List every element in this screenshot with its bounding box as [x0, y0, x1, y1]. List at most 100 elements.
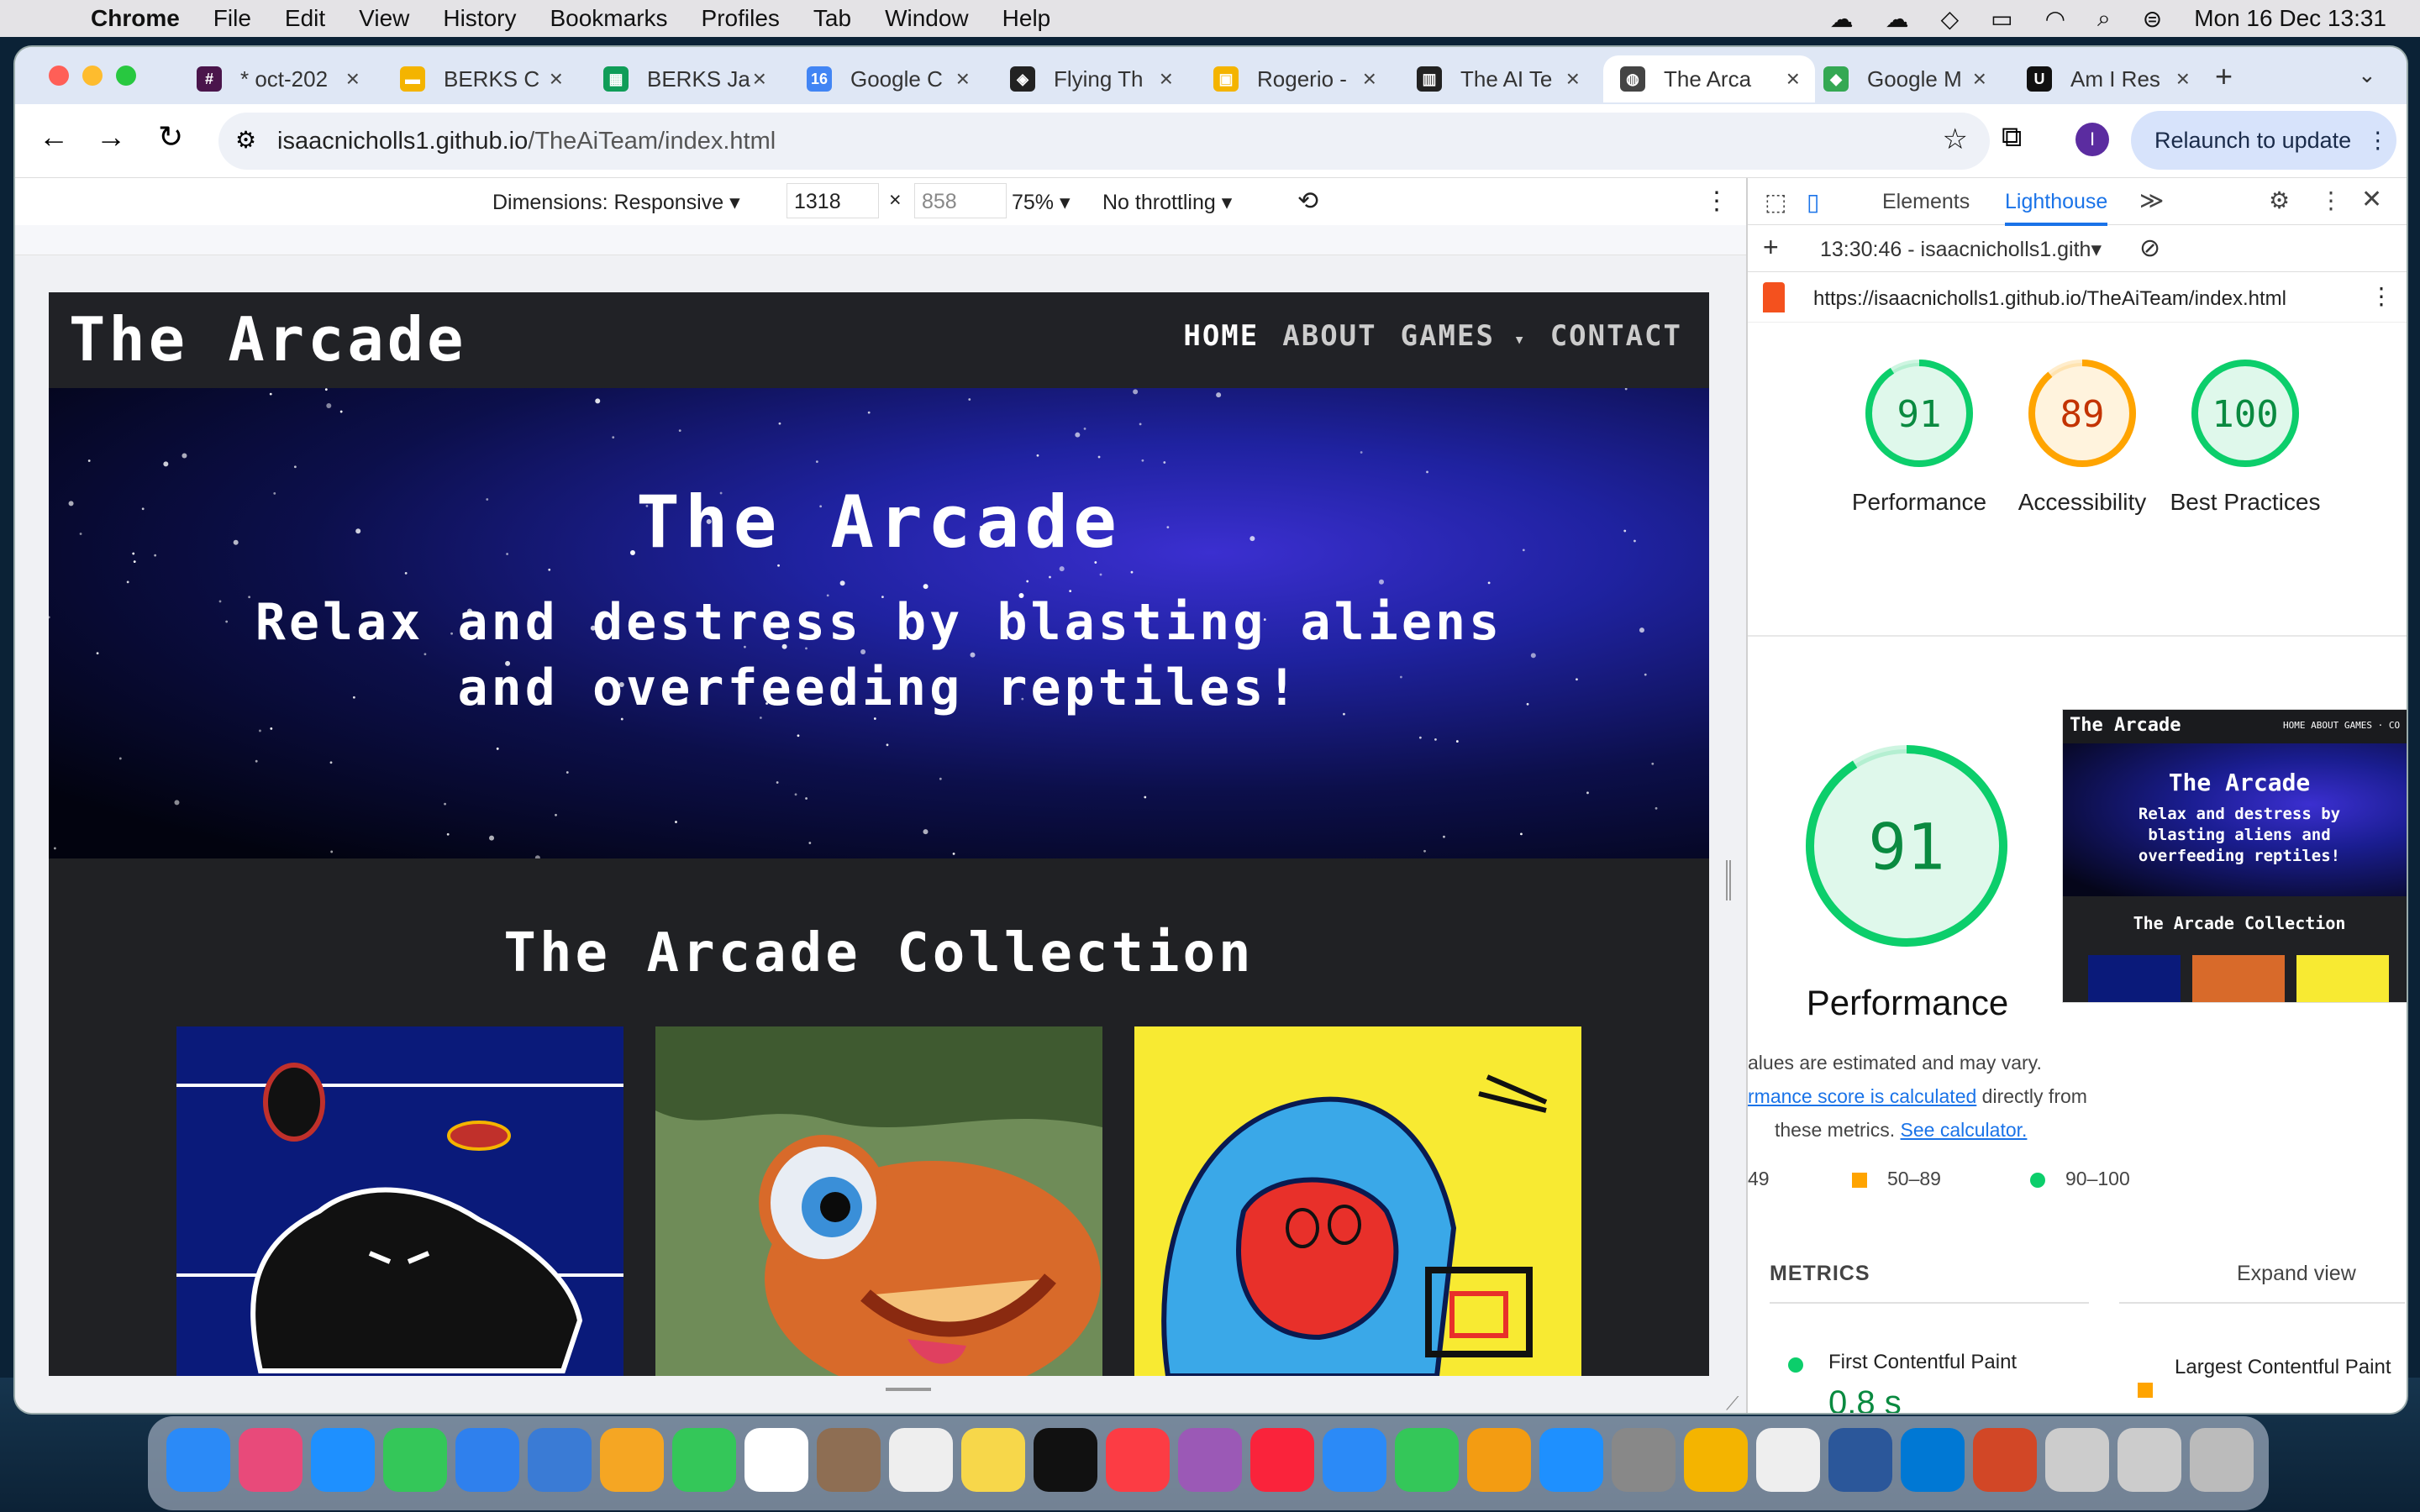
dock-app-icon[interactable] [1323, 1428, 1386, 1492]
dock-app-icon[interactable] [817, 1428, 881, 1492]
dock-app-icon[interactable] [383, 1428, 447, 1492]
report-select[interactable]: 13:30:46 - isaacnicholls1.gith▾ [1820, 237, 2102, 262]
menu-profiles[interactable]: Profiles [702, 5, 780, 32]
browser-tab[interactable]: 16 Google C × [790, 55, 985, 102]
dock-app-icon[interactable] [1612, 1428, 1676, 1492]
chevron-down-icon[interactable]: ⌄ [2358, 62, 2376, 88]
tab-elements[interactable]: Elements [1882, 190, 1970, 214]
dropbox-icon[interactable]: ◇ [1941, 5, 1960, 33]
close-tab-icon[interactable]: × [1973, 66, 1986, 92]
browser-tab[interactable]: ▥ The AI Te × [1400, 55, 1595, 102]
browser-tab[interactable]: # * oct-202 × [180, 55, 375, 102]
resize-handle-bottom[interactable] [886, 1388, 931, 1391]
nav-games[interactable]: GAMES ▾ [1401, 319, 1527, 353]
dock-app-icon[interactable] [1034, 1428, 1097, 1492]
url-text[interactable]: isaacnicholls1.github.io/TheAiTeam/index… [277, 128, 776, 155]
dock-app-icon[interactable] [1395, 1428, 1459, 1492]
dock-app-icon[interactable] [961, 1428, 1025, 1492]
devtools-menu-icon[interactable]: ⋮ [2319, 186, 2343, 214]
address-bar[interactable]: ⚙ isaacnicholls1.github.io/TheAiTeam/ind… [218, 113, 1990, 170]
relaunch-button[interactable]: Relaunch to update ⋮ [2131, 111, 2396, 170]
menu-tab[interactable]: Tab [813, 5, 851, 32]
close-tab-icon[interactable]: × [1566, 66, 1580, 92]
final-screenshot-thumbnail[interactable]: The Arcade HOME ABOUT GAMES · CO The Arc… [2062, 709, 2407, 1003]
browser-tab[interactable]: ▦ BERKS Ja × [587, 55, 781, 102]
game-card-reptile[interactable] [655, 1026, 1102, 1376]
close-tab-icon[interactable]: × [346, 66, 360, 92]
dock-app-icon[interactable] [166, 1428, 230, 1492]
nav-home[interactable]: HOME [1183, 319, 1259, 353]
inspect-icon[interactable]: ⬚ [1765, 188, 1786, 216]
browser-tab[interactable]: ◍ The Arca × [1603, 55, 1815, 102]
close-tab-icon[interactable]: × [753, 66, 766, 92]
dock-app-icon[interactable] [1467, 1428, 1531, 1492]
score-gauge[interactable]: 89 [2025, 356, 2139, 470]
menu-edit[interactable]: Edit [285, 5, 325, 32]
browser-tab[interactable]: U Am I Res × [2010, 55, 2205, 102]
wifi-icon[interactable]: ◠ [2045, 5, 2065, 33]
game-card-alien[interactable] [176, 1026, 623, 1376]
dock-app-icon[interactable] [1250, 1428, 1314, 1492]
new-report-icon[interactable]: + [1763, 232, 1779, 263]
expand-view-button[interactable]: Expand view [2237, 1262, 2356, 1286]
game-card-pacman[interactable] [1134, 1026, 1581, 1376]
zoom-select[interactable]: 75% ▾ [1012, 190, 1071, 215]
close-window-button[interactable] [49, 66, 69, 86]
dock-app-icon[interactable] [1684, 1428, 1748, 1492]
dock-app-icon[interactable] [1901, 1428, 1965, 1492]
dock-app-icon[interactable] [239, 1428, 302, 1492]
device-mode-icon[interactable]: ▯ [1807, 188, 1819, 216]
clock[interactable]: Mon 16 Dec 13:31 [2194, 5, 2386, 32]
reload-icon[interactable]: ↻ [158, 119, 183, 155]
clear-icon[interactable]: ⊘ [2139, 234, 2160, 263]
dock-app-icon[interactable] [1828, 1428, 1892, 1492]
close-tab-icon[interactable]: × [1786, 66, 1800, 92]
bookmark-star-icon[interactable]: ☆ [1943, 123, 1968, 156]
zoom-window-button[interactable] [116, 66, 136, 86]
score-gauge[interactable]: 100 [2188, 356, 2302, 470]
close-devtools-icon[interactable]: ✕ [2361, 185, 2382, 214]
resize-handle-corner[interactable]: ⟋ [1726, 1393, 1739, 1413]
cloud-icon[interactable]: ☁ [1830, 5, 1854, 33]
menu-help[interactable]: Help [1002, 5, 1051, 32]
dock-app-icon[interactable] [1756, 1428, 1820, 1492]
score-calculated-link[interactable]: rmance score is calculated [1748, 1085, 1976, 1107]
browser-tab[interactable]: ▣ Rogerio - × [1197, 55, 1392, 102]
browser-tab[interactable]: ◆ Google M × [1807, 55, 2002, 102]
close-tab-icon[interactable]: × [1363, 66, 1376, 92]
menu-file[interactable]: File [213, 5, 251, 32]
dock-app-icon[interactable] [455, 1428, 519, 1492]
menu-history[interactable]: History [443, 5, 516, 32]
site-info-icon[interactable]: ⚙ [235, 126, 256, 154]
nav-about[interactable]: ABOUT [1282, 319, 1376, 353]
tab-lighthouse[interactable]: Lighthouse [2005, 190, 2108, 226]
height-input[interactable]: 858 [914, 183, 1007, 218]
close-tab-icon[interactable]: × [550, 66, 563, 92]
throttling-select[interactable]: No throttling ▾ [1102, 190, 1232, 215]
minimize-window-button[interactable] [82, 66, 103, 86]
dock-app-icon[interactable] [1178, 1428, 1242, 1492]
dock-app-icon[interactable] [2190, 1428, 2254, 1492]
menu-app[interactable]: Chrome [91, 5, 180, 32]
browser-tab[interactable]: ◈ Flying Th × [993, 55, 1188, 102]
width-input[interactable]: 1318 [786, 183, 879, 218]
dimensions-select[interactable]: Dimensions: Responsive ▾ [492, 190, 740, 215]
dock-app-icon[interactable] [311, 1428, 375, 1492]
menu-view[interactable]: View [359, 5, 409, 32]
score-gauge[interactable]: 91 [1862, 356, 1976, 470]
search-icon[interactable]: ⌕ [2097, 5, 2111, 33]
rotate-icon[interactable]: ⟲ [1297, 186, 1318, 216]
close-tab-icon[interactable]: × [2176, 66, 2190, 92]
battery-icon[interactable]: ▭ [1991, 5, 2012, 33]
profile-avatar[interactable]: I [2075, 123, 2109, 156]
resize-handle-right[interactable] [1726, 860, 1731, 900]
forward-icon[interactable]: → [96, 119, 126, 155]
more-options-icon[interactable]: ⋮ [1704, 186, 1729, 216]
nav-contact[interactable]: CONTACT [1550, 319, 1682, 353]
report-url[interactable]: https://isaacnicholls1.github.io/TheAiTe… [1813, 287, 2286, 311]
report-menu-icon[interactable]: ⋮ [2370, 282, 2393, 310]
dock-app-icon[interactable] [1973, 1428, 2037, 1492]
close-tab-icon[interactable]: × [1160, 66, 1173, 92]
dock-app-icon[interactable] [1539, 1428, 1603, 1492]
dock-app-icon[interactable] [744, 1428, 808, 1492]
